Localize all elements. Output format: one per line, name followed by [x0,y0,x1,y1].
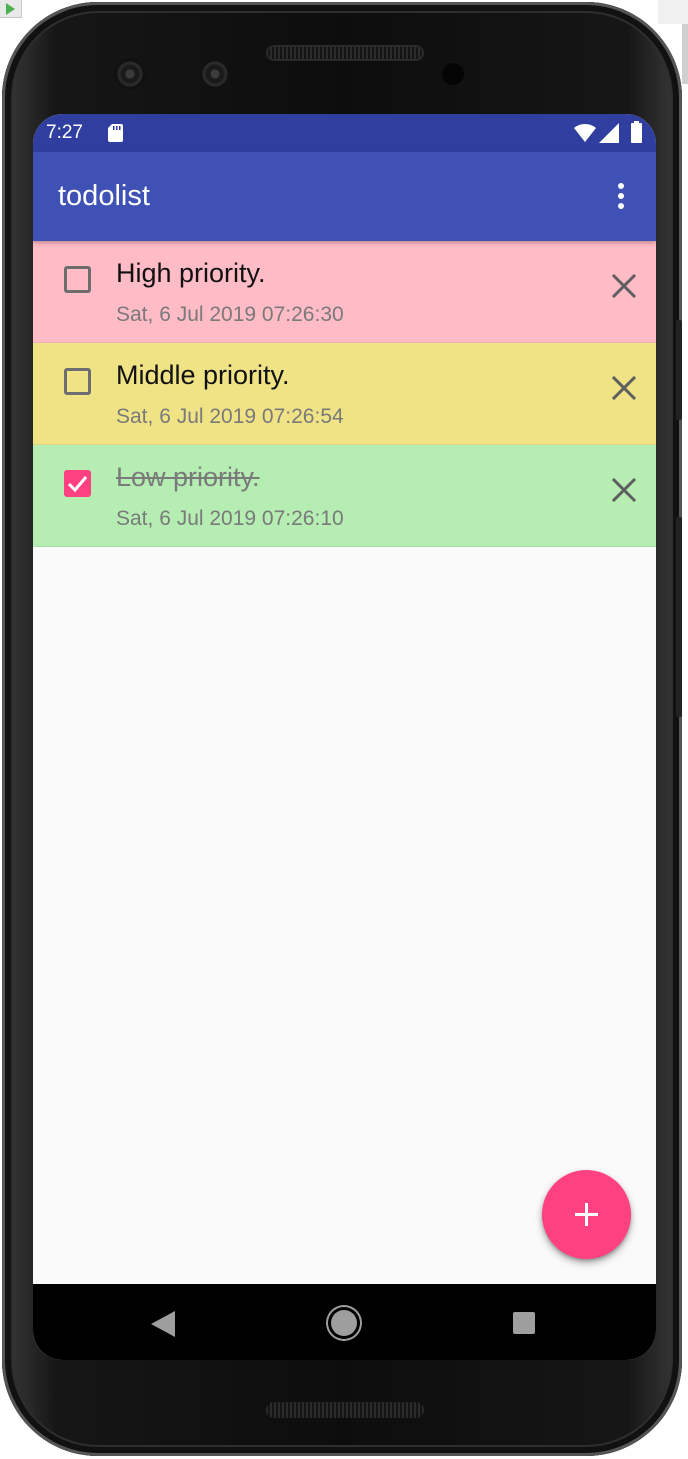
todo-checkbox[interactable] [64,470,91,497]
home-icon[interactable] [331,1310,357,1336]
front-camera-icon [114,58,146,90]
front-camera-icon [199,58,231,90]
signal-icon [599,123,619,143]
volume-button [676,517,682,717]
battery-icon [631,121,642,143]
todo-checkbox[interactable] [64,368,91,395]
more-options-button[interactable] [603,174,639,218]
app-bar: todolist [33,152,656,241]
host-window-corner [0,0,22,18]
todo-item[interactable]: Middle priority. Sat, 6 Jul 2019 07:26:5… [33,343,656,445]
todo-date: Sat, 6 Jul 2019 07:26:10 [116,507,344,530]
phone-screen: 7:27 todolist High priority. Sat, 6 Jul … [33,114,656,1360]
todo-item[interactable]: Low priority. Sat, 6 Jul 2019 07:26:10 [33,445,656,547]
recents-icon[interactable] [513,1312,535,1334]
phone-frame: 7:27 todolist High priority. Sat, 6 Jul … [2,2,682,1456]
proximity-sensor [442,63,464,85]
power-button [676,320,682,420]
check-icon [67,476,88,493]
todo-date: Sat, 6 Jul 2019 07:26:30 [116,303,344,326]
delete-button[interactable] [607,473,641,507]
bottom-speaker [266,1402,424,1418]
more-vert-icon-dot [618,203,624,209]
wifi-icon [574,123,596,142]
todo-title: Low priority. [116,462,260,492]
sd-card-icon [108,124,123,142]
delete-button[interactable] [607,269,641,303]
host-window-corner-right [658,0,688,24]
close-icon [611,477,637,503]
more-vert-icon [618,183,624,189]
close-icon [611,273,637,299]
earpiece-speaker [266,45,424,61]
todo-title: High priority. [116,258,266,288]
back-icon[interactable] [151,1311,175,1337]
todo-list: High priority. Sat, 6 Jul 2019 07:26:30 … [33,241,656,547]
add-todo-button[interactable] [542,1170,631,1259]
todo-checkbox[interactable] [64,266,91,293]
more-vert-icon-dot [618,193,624,199]
add-icon [575,1203,598,1226]
play-icon [6,3,15,15]
status-time: 7:27 [46,122,83,143]
todo-title: Middle priority. [116,360,290,390]
todo-item[interactable]: High priority. Sat, 6 Jul 2019 07:26:30 [33,241,656,343]
delete-button[interactable] [607,371,641,405]
status-bar: 7:27 [33,114,656,152]
app-title: todolist [58,180,150,212]
host-window-strip [682,24,688,84]
todo-date: Sat, 6 Jul 2019 07:26:54 [116,405,344,428]
system-nav-bar [33,1284,656,1360]
close-icon [611,375,637,401]
